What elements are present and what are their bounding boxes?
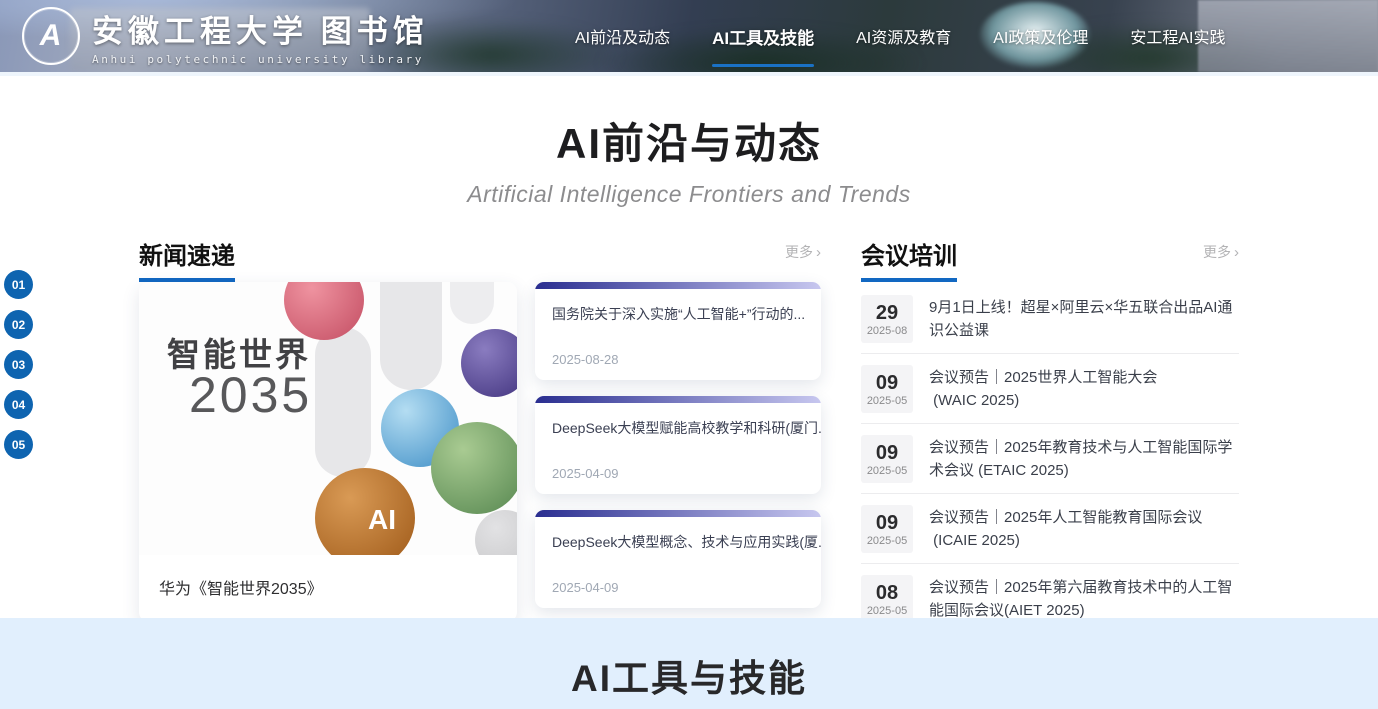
news-list: 国务院关于深入实施“人工智能+”行动的... 2025-08-28 DeepSe… xyxy=(535,282,821,622)
conference-item[interactable]: 29 2025-08 9月1日上线！超星×阿里云×华五联合出品AI通识公益课 xyxy=(861,284,1239,354)
eco-sphere-icon xyxy=(431,422,517,514)
conference-day: 08 xyxy=(876,582,898,604)
conference-item[interactable]: 09 2025-05 会议预告｜2025世界人工智能大会 (WAIC 2025) xyxy=(861,354,1239,424)
news-card-accent-bar xyxy=(535,396,821,403)
site-header: A 安徽工程大学 图书馆 Anhui polytechnic universit… xyxy=(0,0,1378,72)
news-body: AI 智能世界 2035 华为《智能世界2035》 国务院关于深入实施“人工智能… xyxy=(139,282,821,622)
ai-badge: AI xyxy=(368,504,396,536)
conference-date-block: 09 2025-05 xyxy=(861,505,913,553)
conference-section-header: 会议培训 更多 › xyxy=(861,236,1239,274)
conference-list: 29 2025-08 9月1日上线！超星×阿里云×华五联合出品AI通识公益课 0… xyxy=(861,284,1239,633)
news-card[interactable]: 国务院关于深入实施“人工智能+”行动的... 2025-08-28 xyxy=(535,282,821,380)
conference-date-block: 09 2025-05 xyxy=(861,365,913,413)
university-seal-icon: A xyxy=(22,7,80,65)
news-card-title: 国务院关于深入实施“人工智能+”行动的... xyxy=(535,289,821,324)
conference-day: 09 xyxy=(876,512,898,534)
hero: AI前沿与动态 Artificial Intelligence Frontier… xyxy=(0,110,1378,208)
page: A 安徽工程大学 图书馆 Anhui polytechnic universit… xyxy=(0,0,1378,709)
news-card[interactable]: DeepSeek大模型赋能高校教学和科研(厦门... 2025-04-09 xyxy=(535,396,821,494)
pager-dot-4[interactable]: 04 xyxy=(4,390,33,419)
conference-day: 09 xyxy=(876,372,898,394)
nav-item-ai-policy[interactable]: AI政策及伦理 xyxy=(993,0,1088,72)
news-section-header: 新闻速递 更多 › xyxy=(139,236,821,274)
page-subtitle: Artificial Intelligence Frontiers and Tr… xyxy=(0,181,1378,208)
pager-dot-5[interactable]: 05 xyxy=(4,430,33,459)
conference-more-link[interactable]: 更多 › xyxy=(1203,242,1239,262)
conference-title: 9月1日上线！超星×阿里云×华五联合出品AI通识公益课 xyxy=(929,295,1239,343)
pager-dot-2[interactable]: 02 xyxy=(4,310,33,339)
conference-item[interactable]: 09 2025-05 会议预告｜2025年教育技术与人工智能国际学术会议 (ET… xyxy=(861,424,1239,494)
nav-item-ai-practice[interactable]: 安工程AI实践 xyxy=(1130,0,1225,72)
news-card-accent-bar xyxy=(535,282,821,289)
logo-title-zh: 安徽工程大学 图书馆 xyxy=(92,6,429,51)
pager-dot-1[interactable]: 01 xyxy=(4,270,33,299)
image-gray-pill xyxy=(450,282,494,324)
conference-section: 会议培训 更多 › 29 2025-08 9月1日上线！超星×阿里云×华五联合出… xyxy=(861,236,1239,633)
conference-month: 2025-05 xyxy=(867,605,907,617)
main-content: AI前沿与动态 Artificial Intelligence Frontier… xyxy=(0,110,1378,633)
seal-letter: A xyxy=(37,19,65,53)
image-gray-pill xyxy=(380,282,442,390)
featured-news-image: AI 智能世界 2035 xyxy=(139,282,517,555)
conference-month: 2025-05 xyxy=(867,465,907,477)
conference-month: 2025-08 xyxy=(867,325,907,337)
pager-dot-3[interactable]: 03 xyxy=(4,350,33,379)
news-card-title: DeepSeek大模型概念、技术与应用实践(厦... xyxy=(535,517,821,552)
conference-month: 2025-05 xyxy=(867,535,907,547)
logo-title-en: Anhui polytechnic university library xyxy=(92,53,429,66)
next-section-title: AI工具与技能 xyxy=(0,618,1378,702)
news-card-accent-bar xyxy=(535,510,821,517)
featured-news-card[interactable]: AI 智能世界 2035 华为《智能世界2035》 xyxy=(139,282,517,622)
ai-sphere-icon: AI xyxy=(315,468,415,555)
next-section: AI工具与技能 xyxy=(0,618,1378,709)
conference-day: 29 xyxy=(876,302,898,324)
conference-section-title: 会议培训 xyxy=(861,236,957,282)
conference-date-block: 09 2025-05 xyxy=(861,435,913,483)
conference-item[interactable]: 09 2025-05 会议预告｜2025年人工智能教育国际会议 (ICAIE 2… xyxy=(861,494,1239,564)
conference-more-label: 更多 xyxy=(1203,242,1231,262)
conference-month: 2025-05 xyxy=(867,395,907,407)
network-sphere-icon xyxy=(461,329,517,397)
slide-pager: 01 02 03 04 05 xyxy=(4,270,33,459)
nav-item-ai-frontiers[interactable]: AI前沿及动态 xyxy=(575,0,670,72)
feature-image-year: 2035 xyxy=(189,366,312,424)
news-card-title: DeepSeek大模型赋能高校教学和科研(厦门... xyxy=(535,403,821,438)
conference-title: 会议预告｜2025年教育技术与人工智能国际学术会议 (ETAIC 2025) xyxy=(929,435,1239,483)
chevron-right-icon: › xyxy=(1234,245,1239,260)
news-card-date: 2025-04-09 xyxy=(535,580,821,608)
news-card-date: 2025-08-28 xyxy=(535,352,821,380)
nav-item-ai-tools[interactable]: AI工具及技能 xyxy=(712,0,814,72)
news-section: 新闻速递 更多 › xyxy=(139,236,821,633)
news-section-title: 新闻速递 xyxy=(139,236,235,282)
logo-text: 安徽工程大学 图书馆 Anhui polytechnic university … xyxy=(92,6,429,66)
conference-title: 会议预告｜2025世界人工智能大会 (WAIC 2025) xyxy=(929,365,1157,413)
news-more-label: 更多 xyxy=(785,242,813,262)
gray-sphere-icon xyxy=(475,510,517,555)
conference-date-block: 29 2025-08 xyxy=(861,295,913,343)
image-gray-pill xyxy=(315,327,371,477)
library-logo[interactable]: A 安徽工程大学 图书馆 Anhui polytechnic universit… xyxy=(22,6,429,66)
news-card[interactable]: DeepSeek大模型概念、技术与应用实践(厦... 2025-04-09 xyxy=(535,510,821,608)
conference-date-block: 08 2025-05 xyxy=(861,575,913,623)
conference-title: 会议预告｜2025年第六届教育技术中的人工智能国际会议(AIET 2025) xyxy=(929,575,1239,623)
content-columns: 新闻速递 更多 › xyxy=(139,236,1239,633)
chevron-right-icon: › xyxy=(816,245,821,260)
page-title: AI前沿与动态 xyxy=(0,110,1378,171)
conference-title: 会议预告｜2025年人工智能教育国际会议 (ICAIE 2025) xyxy=(929,505,1202,553)
news-card-date: 2025-04-09 xyxy=(535,466,821,494)
conference-day: 09 xyxy=(876,442,898,464)
main-nav: AI前沿及动态 AI工具及技能 AI资源及教育 AI政策及伦理 安工程AI实践 xyxy=(575,0,1226,72)
featured-news-title: 华为《智能世界2035》 xyxy=(139,555,517,599)
news-more-link[interactable]: 更多 › xyxy=(785,242,821,262)
header-divider xyxy=(0,72,1378,76)
nav-item-ai-resources[interactable]: AI资源及教育 xyxy=(856,0,951,72)
